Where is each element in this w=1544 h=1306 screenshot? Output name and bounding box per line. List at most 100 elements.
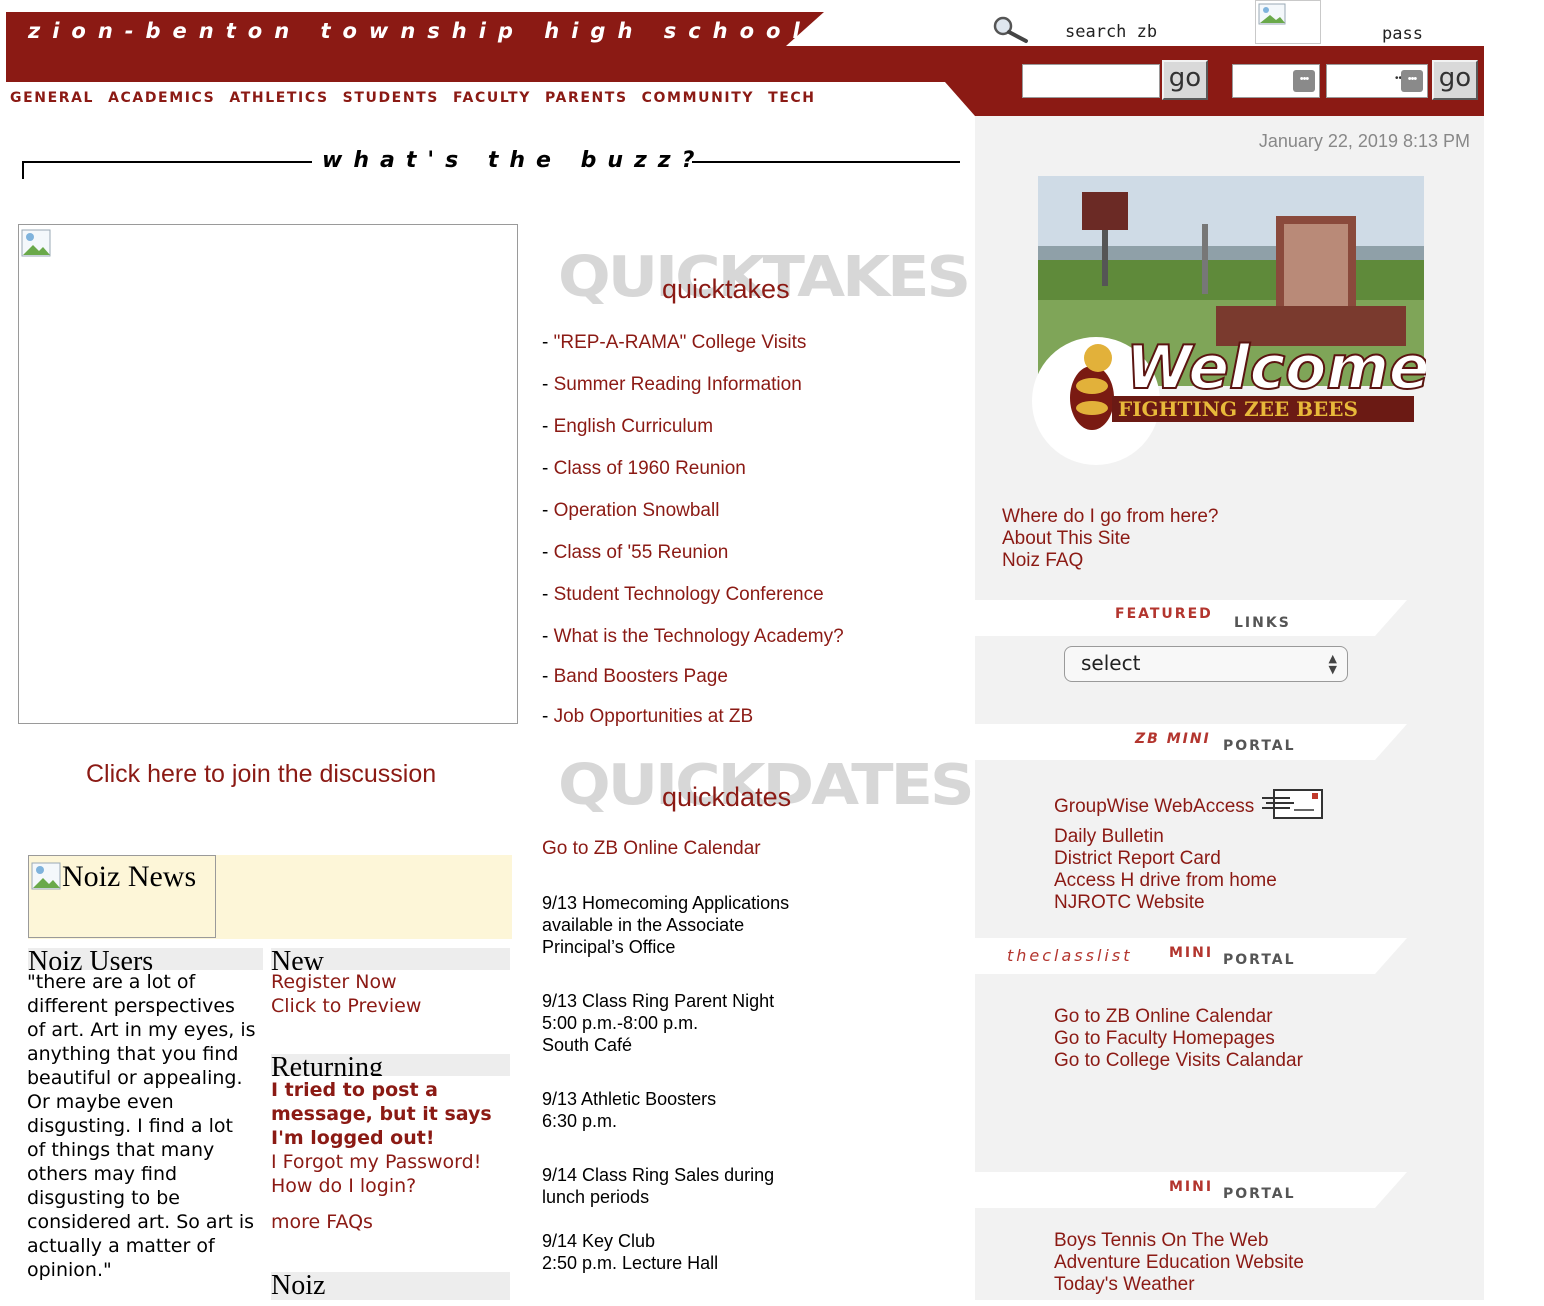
mini-label: MINI (1169, 1179, 1214, 1195)
daily-bulletin-link[interactable]: Daily Bulletin (1054, 826, 1324, 848)
preview-link[interactable]: Click to Preview (271, 994, 421, 1018)
faculty-homepages-link[interactable]: Go to Faculty Homepages (1054, 1028, 1303, 1050)
password-manager-icon[interactable]: ••• (1293, 70, 1315, 92)
portal-label: PORTAL (1223, 1186, 1296, 1202)
noiz-faq-heading: Noiz (271, 1272, 510, 1300)
event-item: 9/13 Homecoming Applications available i… (542, 892, 789, 958)
search-go-button[interactable]: go (1162, 60, 1208, 100)
broken-image-icon (21, 229, 51, 257)
quicktake-link[interactable]: Operation Snowball (554, 500, 720, 521)
current-date: January 22, 2019 8:13 PM (1258, 131, 1470, 151)
quicktake-link[interactable]: "REP-A-RAMA" College Visits (554, 332, 807, 353)
select-arrows-icon: ▲ ▼ (1328, 652, 1337, 676)
about-site-link[interactable]: About This Site (1002, 528, 1219, 550)
event-line: lunch periods (542, 1187, 650, 1207)
password-manager-icon[interactable]: ••• (1401, 70, 1423, 92)
event-item: 9/13 Class Ring Parent Night 5:00 p.m.-8… (542, 990, 789, 1056)
login-go-button[interactable]: go (1432, 60, 1478, 100)
noiz-news-alt-text: Noiz News (62, 860, 197, 893)
weather-link[interactable]: Today's Weather (1054, 1274, 1304, 1296)
pass-label: pass (1382, 24, 1423, 44)
forgot-password-link[interactable]: I Forgot my Password! (271, 1150, 511, 1174)
portal-label: PORTAL (1223, 738, 1296, 754)
event-list: 9/13 Homecoming Applications available i… (542, 892, 789, 1306)
noiz-users-heading: Noiz Users (28, 948, 263, 970)
event-item: 9/13 Athletic Boosters 6:30 p.m. (542, 1088, 789, 1132)
mini-portal-links: Boys Tennis On The Web Adventure Educati… (1054, 1230, 1304, 1296)
nav-students[interactable]: STUDENTS (343, 90, 439, 106)
returning-heading-text: Returning (271, 1054, 383, 1076)
event-line: South Café (542, 1035, 633, 1055)
event-line: 9/13 Athletic Boosters (542, 1089, 717, 1109)
zb-mini-portal-header: ZB MINI PORTAL (975, 724, 1407, 760)
event-line: 9/14 Class Ring Sales during (542, 1165, 775, 1185)
welcome-text: Welcome (1126, 333, 1426, 403)
online-calendar-link[interactable]: Go to ZB Online Calendar (542, 838, 761, 860)
mini-portal-header: MINI PORTAL (975, 1172, 1407, 1208)
nav-general[interactable]: GENERAL (10, 90, 94, 106)
h-drive-link[interactable]: Access H drive from home (1054, 870, 1324, 892)
adventure-education-link[interactable]: Adventure Education Website (1054, 1252, 1304, 1274)
more-faqs-link[interactable]: more FAQs (271, 1210, 511, 1234)
user-quote: "there are a lot of different perspectiv… (27, 971, 256, 1281)
event-item: 9/14 Key Club 2:50 p.m. Lecture Hall (542, 1230, 789, 1274)
nav-athletics[interactable]: ATHLETICS (229, 90, 328, 106)
classlist-portal-header: theclasslist MINI PORTAL (975, 938, 1407, 974)
event-line: 6:30 p.m. (542, 1111, 618, 1131)
nav-academics[interactable]: ACADEMICS (108, 90, 215, 106)
noiz-faq-link[interactable]: Noiz FAQ (1002, 550, 1219, 572)
nav-parents[interactable]: PARENTS (545, 90, 628, 106)
online-calendar-link[interactable]: Go to ZB Online Calendar (1054, 1006, 1303, 1028)
zb-portal-links: GroupWise WebAccess Daily Bulletin Distr… (1054, 788, 1324, 914)
select-value: select (1081, 651, 1141, 675)
how-to-login-link[interactable]: How do I login? (271, 1174, 511, 1198)
username-input[interactable]: ••• (1232, 64, 1320, 98)
quicktake-link[interactable]: Student Technology Conference (554, 584, 824, 605)
broken-image-icon (1255, 0, 1321, 44)
featured-label: FEATURED (1115, 606, 1213, 622)
buzz-rule-left (22, 161, 312, 163)
quicktake-link[interactable]: Job Opportunities at ZB (554, 706, 754, 727)
zb-mini-label: ZB MINI (1135, 731, 1211, 747)
event-line: available in the Associate (542, 915, 745, 935)
main-nav: GENERAL ACADEMICS ATHLETICS STUDENTS FAC… (10, 90, 830, 106)
quicktake-link[interactable]: What is the Technology Academy? (554, 626, 844, 647)
register-link[interactable]: Register Now (271, 970, 421, 994)
search-label: search zb (1065, 22, 1158, 42)
search-icon (992, 15, 1032, 45)
search-input[interactable] (1022, 64, 1160, 98)
quicktakes-list: - "REP-A-RAMA" College Visits - Summer R… (542, 332, 844, 727)
college-visits-link[interactable]: Go to College Visits Calandar (1054, 1050, 1303, 1072)
nav-community[interactable]: COMMUNITY (642, 90, 754, 106)
event-line: 5:00 p.m.-8:00 p.m. (542, 1013, 699, 1033)
where-to-go-link[interactable]: Where do I go from here? (1002, 506, 1219, 528)
quicktakes-label: quicktakes (662, 274, 790, 304)
links-label: LINKS (1234, 615, 1291, 631)
quicktake-link[interactable]: Class of '55 Reunion (554, 542, 729, 563)
event-line: 2:50 p.m. Lecture Hall (542, 1253, 719, 1273)
quicktake-link[interactable]: Band Boosters Page (554, 666, 728, 687)
njrotc-link[interactable]: NJROTC Website (1054, 892, 1324, 914)
nav-tech[interactable]: TECH (768, 90, 816, 106)
nav-faculty[interactable]: FACULTY (453, 90, 531, 106)
classlist-portal-links: Go to ZB Online Calendar Go to Faculty H… (1054, 1006, 1303, 1072)
join-discussion-link[interactable]: Click here to join the discussion (86, 760, 436, 789)
logged-out-faq-link[interactable]: I tried to post a message, but it says I… (271, 1078, 511, 1150)
featured-links-select[interactable]: select ▲ ▼ (1064, 646, 1348, 682)
boys-tennis-link[interactable]: Boys Tennis On The Web (1054, 1230, 1304, 1252)
buzz-heading: what's the buzz? (322, 148, 706, 173)
quicktake-link[interactable]: English Curriculum (554, 416, 713, 437)
site-title[interactable]: zion-benton township high school (28, 19, 812, 43)
quicktake-link[interactable]: Summer Reading Information (554, 374, 802, 395)
noiz-faq-heading-text: Noiz (271, 1272, 326, 1300)
new-users-heading-text: New (271, 948, 324, 970)
report-card-link[interactable]: District Report Card (1054, 848, 1324, 870)
event-line: 9/13 Class Ring Parent Night (542, 991, 775, 1011)
welcome-image: Welcome FIGHTING ZEE BEES (1026, 176, 1431, 466)
buzz-image[interactable] (18, 224, 518, 724)
password-input[interactable]: ••• ••• (1326, 64, 1428, 98)
quicktake-link[interactable]: Class of 1960 Reunion (554, 458, 746, 479)
welcome-subtitle: FIGHTING ZEE BEES (1118, 397, 1358, 421)
buzz-rule-tick (22, 161, 24, 179)
groupwise-link[interactable]: GroupWise WebAccess (1054, 796, 1254, 818)
